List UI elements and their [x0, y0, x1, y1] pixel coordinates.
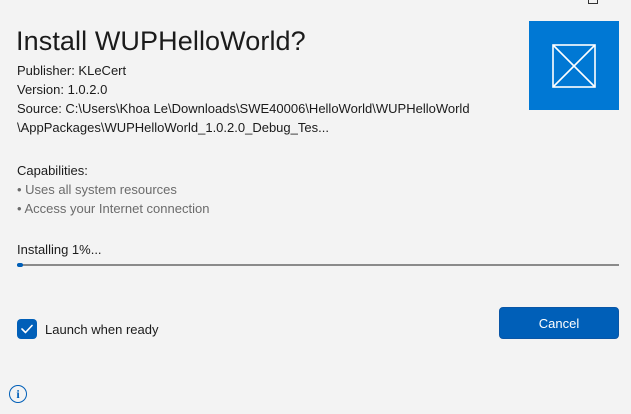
dialog-title: Install WUPHelloWorld? — [16, 26, 306, 56]
source-path-line-1: Source: C:\Users\Khoa Le\Downloads\SWE40… — [17, 101, 470, 116]
cancel-button[interactable]: Cancel — [499, 307, 619, 339]
source-path-line-2: \AppPackages\WUPHelloWorld_1.0.2.0_Debug… — [17, 120, 329, 135]
placeholder-app-icon — [552, 43, 596, 88]
info-icon[interactable]: i — [9, 385, 27, 403]
version-text: Version: 1.0.2.0 — [17, 82, 108, 97]
capabilities-section: Capabilities: • Uses all system resource… — [17, 161, 209, 218]
launch-when-ready-option[interactable]: Launch when ready — [17, 319, 158, 339]
checkmark-icon — [21, 324, 33, 334]
title-bar-controls: ✕ — [551, 0, 631, 6]
app-tile-icon — [529, 21, 619, 110]
package-details: Publisher: KLeCert Version: 1.0.2.0 Sour… — [17, 61, 517, 137]
installer-window: ✕ Install WUPHelloWorld? Publisher: KLeC… — [0, 0, 631, 414]
progress-fill — [17, 263, 24, 267]
launch-checkbox[interactable] — [17, 319, 37, 339]
maximize-button[interactable] — [588, 0, 598, 4]
capabilities-heading: Capabilities: — [17, 163, 88, 178]
capability-item: • Access your Internet connection — [17, 201, 210, 216]
publisher-text: Publisher: KLeCert — [17, 63, 127, 78]
launch-label: Launch when ready — [45, 321, 159, 337]
capability-item: • Uses all system resources — [17, 182, 177, 197]
progress-bar — [17, 263, 619, 267]
progress-label: Installing 1%... — [17, 242, 102, 257]
close-button[interactable]: ✕ — [618, 0, 629, 2]
